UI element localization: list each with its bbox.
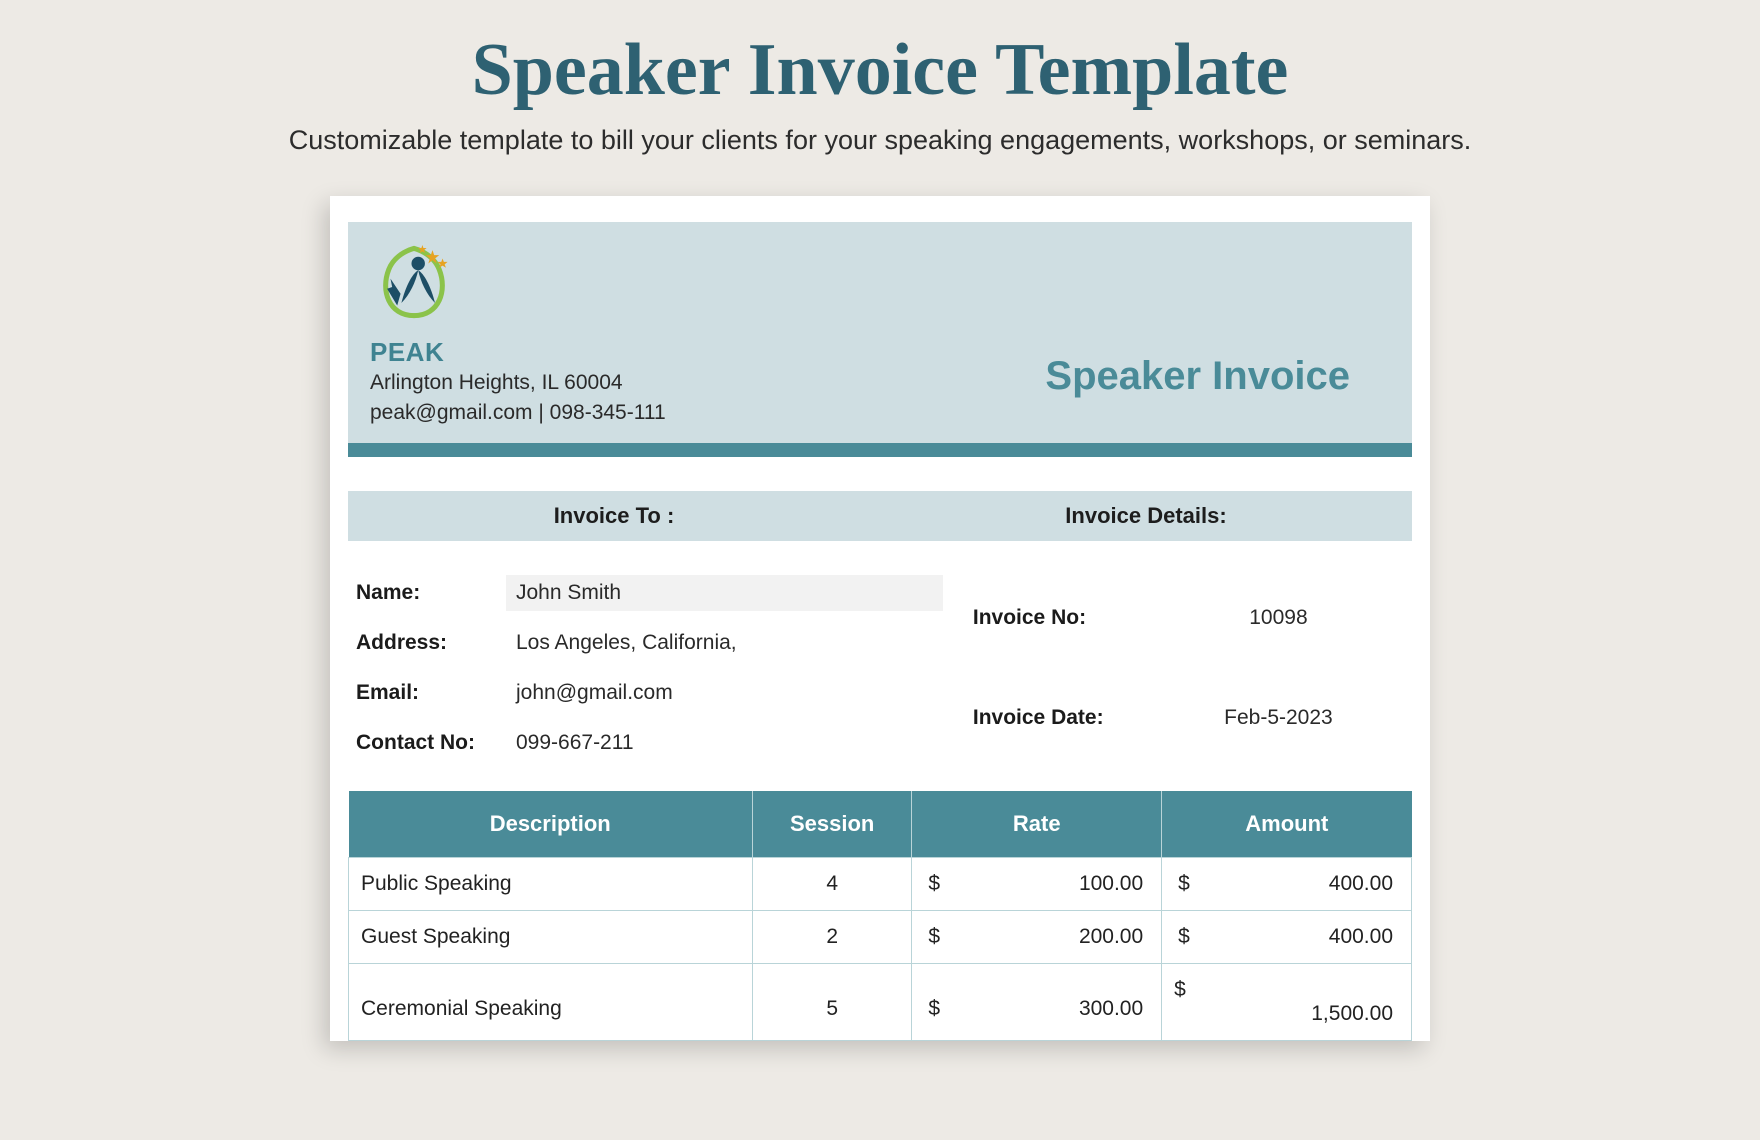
page-title: Speaker Invoice Template <box>0 28 1760 113</box>
cell-description: Ceremonial Speaking <box>349 963 753 1040</box>
currency-symbol: $ <box>1174 978 1186 1002</box>
table-row: Ceremonial Speaking 5 $300.00 $ 1,500.00 <box>349 963 1412 1040</box>
rate-value: 300.00 <box>1079 997 1149 1021</box>
cell-amount: $ 1,500.00 <box>1162 963 1412 1040</box>
value-name: John Smith <box>506 575 943 611</box>
invoice-details-block: Invoice No: 10098 Invoice Date: Feb-5-20… <box>943 575 1404 761</box>
table-row: Guest Speaking 2 $200.00 $400.00 <box>349 910 1412 963</box>
currency-symbol: $ <box>1174 872 1190 896</box>
cell-amount: $400.00 <box>1162 857 1412 910</box>
value-invoice-date: Feb-5-2023 <box>1153 700 1404 736</box>
company-address: Arlington Heights, IL 60004 <box>370 368 666 398</box>
value-email: john@gmail.com <box>506 675 943 711</box>
amount-value: 1,500.00 <box>1311 1002 1399 1026</box>
col-header-session: Session <box>752 791 911 858</box>
cell-session: 2 <box>752 910 911 963</box>
company-block: PEAK Arlington Heights, IL 60004 peak@gm… <box>370 240 666 429</box>
company-contact: peak@gmail.com | 098-345-111 <box>370 398 666 428</box>
currency-symbol: $ <box>1174 925 1190 949</box>
invoice-document: PEAK Arlington Heights, IL 60004 peak@gm… <box>330 196 1430 1041</box>
section-header-row: Invoice To : Invoice Details: <box>348 491 1412 541</box>
label-name: Name: <box>356 581 506 605</box>
cell-rate: $300.00 <box>912 963 1162 1040</box>
table-row: Public Speaking 4 $100.00 $400.00 <box>349 857 1412 910</box>
label-invoice-date: Invoice Date: <box>973 706 1153 730</box>
cell-session: 5 <box>752 963 911 1040</box>
section-head-invoice-details: Invoice Details: <box>880 491 1412 541</box>
page-header: Speaker Invoice Template Customizable te… <box>0 0 1760 156</box>
line-items-table: Description Session Rate Amount Public S… <box>348 791 1412 1041</box>
invoice-title: Speaker Invoice <box>1045 354 1390 429</box>
label-invoice-no: Invoice No: <box>973 606 1153 630</box>
value-contact: 099-667-211 <box>506 725 943 761</box>
invoice-to-block: Name: John Smith Address: Los Angeles, C… <box>356 575 943 761</box>
company-logo <box>370 240 666 329</box>
value-invoice-no: 10098 <box>1153 600 1404 636</box>
rate-value: 200.00 <box>1079 925 1149 949</box>
amount-value: 400.00 <box>1329 925 1399 949</box>
currency-symbol: $ <box>924 872 940 896</box>
accent-bar <box>348 443 1412 457</box>
col-header-description: Description <box>349 791 753 858</box>
col-header-rate: Rate <box>912 791 1162 858</box>
cell-session: 4 <box>752 857 911 910</box>
cell-description: Guest Speaking <box>349 910 753 963</box>
peak-logo-icon <box>370 240 458 324</box>
currency-symbol: $ <box>924 997 940 1021</box>
invoice-banner: PEAK Arlington Heights, IL 60004 peak@gm… <box>348 222 1412 443</box>
cell-description: Public Speaking <box>349 857 753 910</box>
col-header-amount: Amount <box>1162 791 1412 858</box>
label-email: Email: <box>356 681 506 705</box>
label-contact: Contact No: <box>356 731 506 755</box>
label-address: Address: <box>356 631 506 655</box>
rate-value: 100.00 <box>1079 872 1149 896</box>
section-head-invoice-to: Invoice To : <box>348 491 880 541</box>
cell-amount: $400.00 <box>1162 910 1412 963</box>
info-grid: Name: John Smith Address: Los Angeles, C… <box>348 541 1412 783</box>
value-address: Los Angeles, California, <box>506 625 943 661</box>
amount-value: 400.00 <box>1329 872 1399 896</box>
cell-rate: $100.00 <box>912 857 1162 910</box>
currency-symbol: $ <box>924 925 940 949</box>
cell-rate: $200.00 <box>912 910 1162 963</box>
company-name: PEAK <box>370 337 666 368</box>
page-subtitle: Customizable template to bill your clien… <box>0 125 1760 156</box>
